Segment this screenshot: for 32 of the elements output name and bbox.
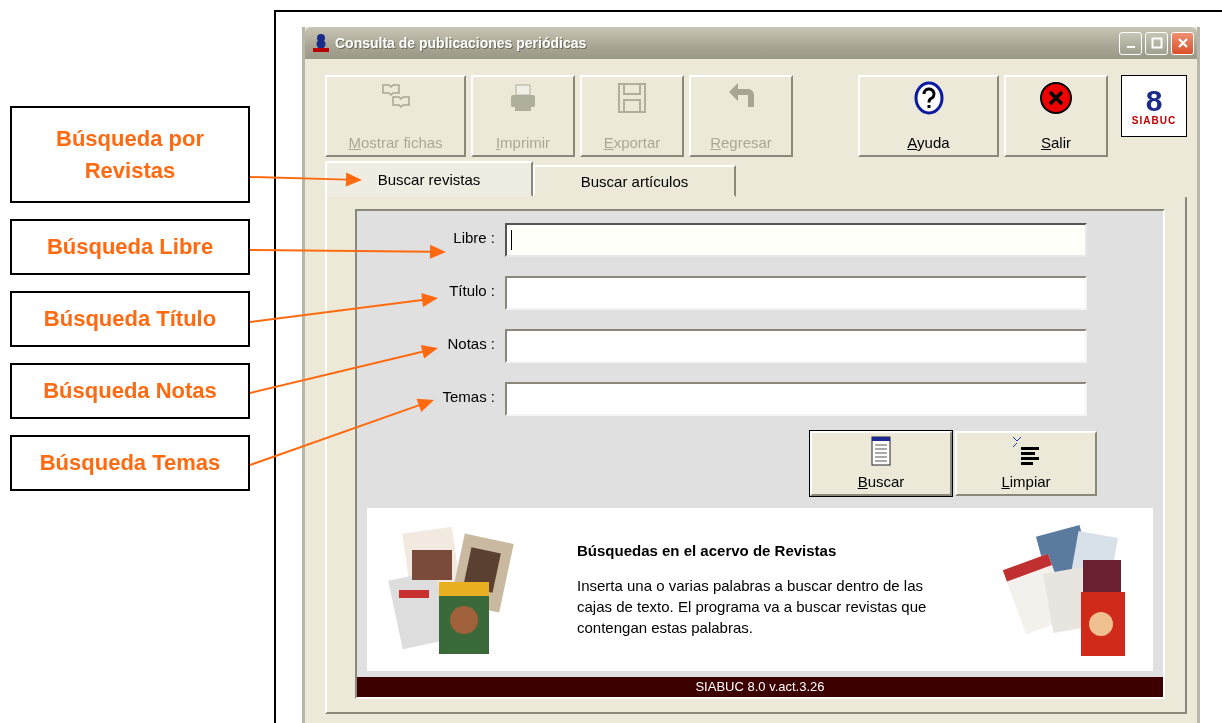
field-label: Título : <box>448 281 496 299</box>
logo: 8 SIABUC <box>1121 75 1187 137</box>
field-label: Notas : <box>446 334 496 352</box>
field-label: Temas : <box>441 387 496 405</box>
input-field[interactable] <box>505 223 1087 257</box>
callout-label: Búsqueda Notas <box>10 363 250 419</box>
window-title: Consulta de publicaciones periódicas <box>335 35 588 51</box>
minimize-icon <box>1126 46 1135 48</box>
close-button[interactable] <box>1171 31 1194 55</box>
info-heading: Búsquedas en el acervo de Revistas <box>577 541 838 559</box>
callout-label: Búsqueda por Revistas <box>10 106 250 203</box>
tab[interactable]: Buscar artículos <box>533 165 736 197</box>
status-bar: SIABUC 8.0 v.act.3.26 <box>357 677 1163 697</box>
toolbar-button[interactable]: Salir <box>1004 75 1108 157</box>
action-button[interactable]: Buscar <box>810 431 952 496</box>
close-icon <box>1039 81 1073 115</box>
input-field[interactable] <box>505 382 1087 416</box>
input-field[interactable] <box>505 276 1087 310</box>
maximize-icon <box>1150 37 1163 49</box>
callout-label: Búsqueda Temas <box>10 435 250 491</box>
app-icon <box>311 33 331 53</box>
action-button[interactable]: Limpiar <box>955 431 1097 496</box>
toolbar-button[interactable]: Ayuda <box>858 75 999 157</box>
tab[interactable]: Buscar revistas <box>325 161 533 197</box>
input-field[interactable] <box>505 329 1087 363</box>
field-label: Libre : <box>452 228 496 246</box>
info-text: Inserta una o varias palabras a buscar dentro de las cajas de texto. El programa va a buscar revistas que contengan estas palabras. <box>577 575 928 638</box>
minimize-button[interactable] <box>1119 31 1142 55</box>
maximize-button[interactable] <box>1145 31 1168 55</box>
callout-label: Búsqueda Libre <box>10 219 250 275</box>
close-icon <box>1176 37 1189 49</box>
callout-label: Búsqueda Título <box>10 291 250 347</box>
